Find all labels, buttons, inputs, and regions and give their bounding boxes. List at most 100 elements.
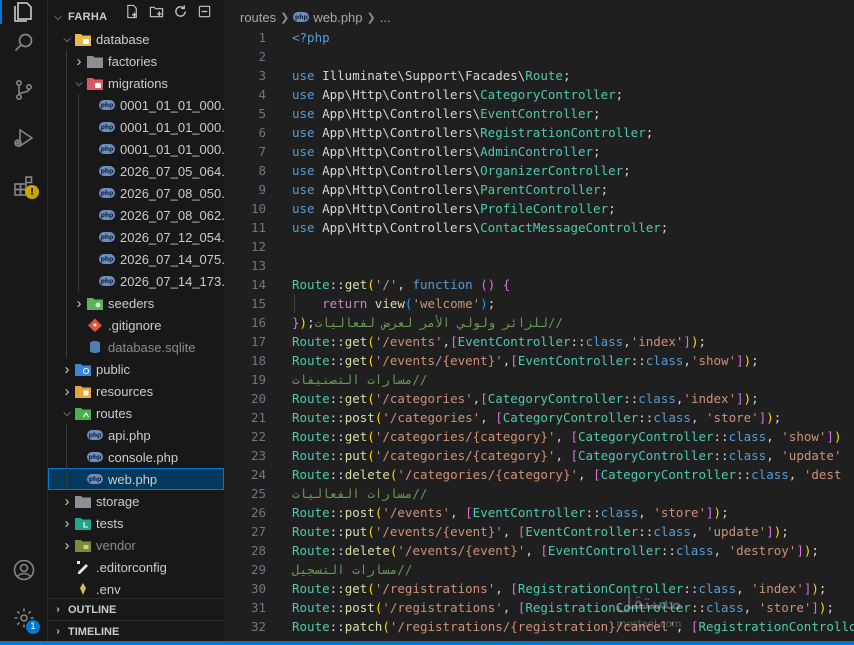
tree-file[interactable]: php 2026_07_14_075... [48, 248, 224, 270]
code-line[interactable]: 7 use App\Http\Controllers\AdminControlle… [224, 142, 854, 161]
account-icon[interactable] [0, 550, 48, 590]
source-control-icon[interactable] [0, 70, 48, 110]
code-text: use App\Http\Controllers\CategoryControl… [292, 87, 623, 102]
outline-panel-header[interactable]: › OUTLINE [48, 598, 224, 620]
code-line[interactable]: 9 use App\Http\Controllers\ParentControll… [224, 180, 854, 199]
git-icon [86, 318, 104, 332]
timeline-panel-header[interactable]: › TIMELINE [48, 620, 224, 642]
settings-gear-icon[interactable]: 1 [0, 598, 48, 638]
tree-file[interactable]: php 0001_01_01_000... [48, 138, 224, 160]
code-token: use [292, 201, 315, 216]
code-token: class [675, 543, 714, 558]
tree-file[interactable]: php 2026_07_14_173... [48, 270, 224, 292]
code-token: OrganizerController [480, 163, 624, 178]
code-token: :: [329, 543, 345, 558]
code-line[interactable]: 3 use Illuminate\Support\Facades\Route; [224, 66, 854, 85]
tree-file[interactable]: php 2026_07_05_064... [48, 160, 224, 182]
search-icon[interactable] [0, 23, 48, 63]
code-line[interactable]: 22 Route::get('/categories/{category}', [… [224, 427, 854, 446]
code-token: Route [525, 68, 563, 83]
code-line[interactable]: 20 Route::get('/categories',[CategoryCont… [224, 389, 854, 408]
code-text: use App\Http\Controllers\ProfileControll… [292, 201, 616, 216]
tree-file[interactable]: .gitignore [48, 314, 224, 336]
tree-file[interactable]: database.sqlite [48, 336, 224, 358]
refresh-button[interactable] [171, 3, 189, 19]
tree-folder[interactable]: ⌵ migrations [48, 72, 224, 94]
tree-folder[interactable]: ⌵ database [48, 28, 224, 50]
code-line[interactable]: 19 //مسارات التصنيفات [224, 370, 854, 389]
code-token: :: [329, 277, 345, 292]
tree-file[interactable]: php 0001_01_01_000... [48, 94, 224, 116]
run-debug-icon[interactable] [0, 118, 48, 158]
php-file-icon: php [99, 122, 115, 132]
new-file-button[interactable] [123, 3, 141, 19]
code-line[interactable]: 13 [224, 256, 854, 275]
collapse-all-button[interactable] [195, 3, 213, 19]
code-token: get [344, 277, 368, 292]
breadcrumb-folder[interactable]: routes [240, 10, 276, 25]
tree-file[interactable]: php web.php [48, 468, 224, 490]
code-line[interactable]: 17 Route::get('/events',[EventController:… [224, 332, 854, 351]
tree-file[interactable]: php 0001_01_01_000... [48, 116, 224, 138]
tree-folder[interactable]: ⌵ routes [48, 402, 224, 424]
code-line[interactable]: 12 [224, 237, 854, 256]
code-line[interactable]: 23 Route::put('/categories/{category}', [… [224, 446, 854, 465]
extensions-icon[interactable]: ! [0, 166, 48, 206]
tree-file[interactable]: php console.php [48, 446, 224, 468]
tree-item-label: 2026_07_05_064... [120, 163, 224, 179]
tree-file[interactable]: .editorconfig [48, 556, 224, 578]
code-line[interactable]: 30 Route::get('/registrations', [Registra… [224, 579, 854, 598]
chevron-right-icon: › [64, 382, 70, 400]
code-line[interactable]: 21 Route::post('/categories', [CategoryCo… [224, 408, 854, 427]
tree-file[interactable]: php api.php [48, 424, 224, 446]
code-line[interactable]: 29 //مسارات التسجيل [224, 560, 854, 579]
code-token: :: [638, 524, 654, 539]
code-token: 'update' [781, 448, 842, 463]
tree-file[interactable]: php 2026_07_08_050... [48, 182, 224, 204]
activity-bar: ! 1 [0, 0, 48, 645]
tree-folder[interactable]: › factories [48, 50, 224, 72]
code-line[interactable]: 10 use App\Http\Controllers\ProfileContro… [224, 199, 854, 218]
code-line[interactable]: 16});//للزائر ولولي الأمر لعرض لفعاليات [224, 313, 854, 332]
tree-folder[interactable]: › storage [48, 490, 224, 512]
code-line[interactable]: 2 [224, 47, 854, 66]
settings-badge: 1 [26, 620, 40, 634]
new-folder-button[interactable] [147, 3, 165, 19]
code-token: <?php [292, 30, 330, 45]
tree-folder[interactable]: › resources [48, 380, 224, 402]
code-line[interactable]: 4 use App\Http\Controllers\CategoryContro… [224, 85, 854, 104]
code-editor[interactable]: 1 <?php 2 3 use Illuminate\Support\Facades\R… [224, 28, 854, 636]
code-line[interactable]: 24 Route::delete('/categories/{category}'… [224, 465, 854, 484]
code-token: class [653, 524, 691, 539]
code-line[interactable]: 8 use App\Http\Controllers\OrganizerContr… [224, 161, 854, 180]
code-line[interactable]: 15 return view('welcome'); [224, 294, 854, 313]
code-line[interactable]: 6 use App\Http\Controllers\RegistrationCo… [224, 123, 854, 142]
tree-file[interactable]: php 2026_07_12_054... [48, 226, 224, 248]
tree-file[interactable]: php 2026_07_08_062... [48, 204, 224, 226]
code-line[interactable]: 31 Route::post('/registrations', [Registr… [224, 598, 854, 617]
code-token: EventController [525, 524, 639, 539]
breadcrumb-file[interactable]: web.php [313, 10, 362, 25]
code-line[interactable]: 5 use App\Http\Controllers\EventControlle… [224, 104, 854, 123]
code-line[interactable]: 18 Route::get('/events/{event}', [EventCon… [224, 351, 854, 370]
code-line[interactable]: 25 //مسارات الفعاليات [224, 484, 854, 503]
tree-file[interactable]: .env [48, 578, 224, 600]
chevron-down-icon: ⌵ [75, 77, 83, 89]
code-line[interactable]: 1 <?php [224, 28, 854, 47]
code-line[interactable]: 14 Route::get('/', function () { [224, 275, 854, 294]
code-token: ; [593, 144, 601, 159]
tree-folder[interactable]: › seeders [48, 292, 224, 314]
tree-folder[interactable]: › vendor [48, 534, 224, 556]
code-line[interactable]: 32 Route::patch('/registrations/{registra… [224, 617, 854, 636]
tree-folder[interactable]: › tests [48, 512, 224, 534]
code-line[interactable]: 27 Route::put('/events/{event}', [EventCo… [224, 522, 854, 541]
code-line[interactable]: 11 use App\Http\Controllers\ContactMessag… [224, 218, 854, 237]
code-token: class [751, 467, 789, 482]
tree-folder[interactable]: › public [48, 358, 224, 380]
editor-area[interactable]: routes ❯ php web.php ❯ ... 1 <?php 2 3 use I… [224, 0, 854, 645]
code-line[interactable]: 28 Route::delete('/events/{event}', [Even… [224, 541, 854, 560]
code-line[interactable]: 26 Route::post('/events', [EventControlle… [224, 503, 854, 522]
tree-item-label: console.php [108, 449, 179, 465]
breadcrumb-more[interactable]: ... [380, 10, 391, 25]
tree-item-label: migrations [108, 75, 168, 91]
